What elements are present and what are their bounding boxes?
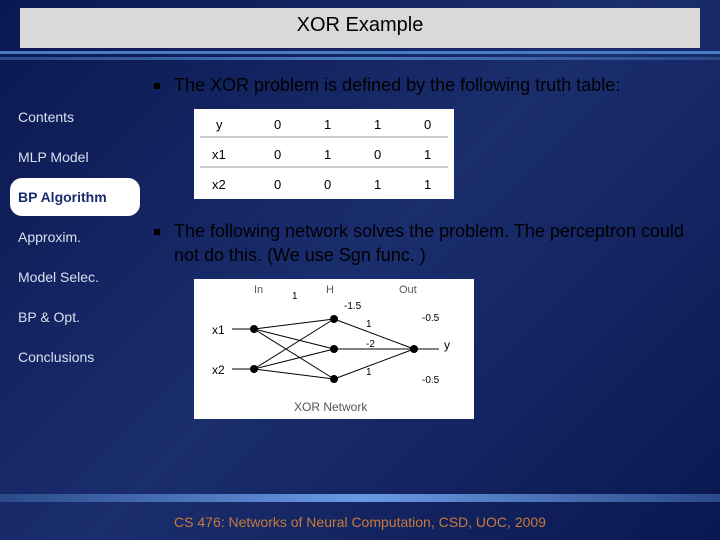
svg-text:In: In <box>254 284 263 296</box>
svg-text:0: 0 <box>424 117 431 132</box>
bullet-icon <box>154 229 160 235</box>
main-area: Contents MLP Model BP Algorithm Approxim… <box>0 60 720 490</box>
bullet-1: The XOR problem is defined by the follow… <box>154 74 700 97</box>
svg-text:0: 0 <box>374 147 381 162</box>
truth-table: y 0 1 1 0 x1 0 1 0 1 x2 0 0 1 1 <box>194 109 454 199</box>
svg-text:1: 1 <box>366 319 372 330</box>
svg-text:1: 1 <box>374 177 381 192</box>
svg-text:-1.5: -1.5 <box>344 301 362 312</box>
bullet-icon <box>154 83 160 89</box>
footer-divider <box>0 494 720 502</box>
svg-text:H: H <box>326 284 334 296</box>
tt-x1-label: x1 <box>212 147 226 162</box>
sidebar-item-contents[interactable]: Contents <box>10 98 140 136</box>
svg-text:0: 0 <box>324 177 331 192</box>
svg-text:-0.5: -0.5 <box>422 313 440 324</box>
svg-text:-2: -2 <box>366 339 375 350</box>
sidebar-item-model-selec[interactable]: Model Selec. <box>10 258 140 296</box>
sidebar: Contents MLP Model BP Algorithm Approxim… <box>10 74 140 490</box>
sidebar-item-bp-algorithm[interactable]: BP Algorithm <box>10 178 140 216</box>
network-caption: XOR Network <box>294 400 368 414</box>
tt-x2-label: x2 <box>212 177 226 192</box>
sidebar-item-mlp-model[interactable]: MLP Model <box>10 138 140 176</box>
svg-text:1: 1 <box>374 117 381 132</box>
net-y-label: y <box>444 338 450 352</box>
svg-text:1: 1 <box>292 291 298 302</box>
net-x2-label: x2 <box>212 363 225 377</box>
bullet-2: The following network solves the problem… <box>154 220 700 267</box>
svg-text:1: 1 <box>424 147 431 162</box>
tt-y-label: y <box>216 117 223 132</box>
footer-text: CS 476: Networks of Neural Computation, … <box>0 514 720 530</box>
svg-text:0: 0 <box>274 147 281 162</box>
svg-text:1: 1 <box>366 367 372 378</box>
sidebar-item-approxim[interactable]: Approxim. <box>10 218 140 256</box>
sidebar-item-bp-opt[interactable]: BP & Opt. <box>10 298 140 336</box>
svg-text:0: 0 <box>274 177 281 192</box>
sidebar-item-conclusions[interactable]: Conclusions <box>10 338 140 376</box>
svg-text:0: 0 <box>274 117 281 132</box>
svg-text:Out: Out <box>399 284 417 296</box>
svg-text:-0.5: -0.5 <box>422 375 440 386</box>
bullet-1-text: The XOR problem is defined by the follow… <box>174 74 700 97</box>
svg-text:1: 1 <box>324 117 331 132</box>
net-x1-label: x1 <box>212 323 225 337</box>
svg-text:1: 1 <box>424 177 431 192</box>
bullet-2-text: The following network solves the problem… <box>174 220 700 267</box>
slide-title: XOR Example <box>297 14 424 37</box>
xor-network-diagram: In H Out x1 x2 y <box>194 279 474 419</box>
slide-title-bar: XOR Example <box>0 0 720 54</box>
content-area: The XOR problem is defined by the follow… <box>140 74 710 490</box>
svg-text:1: 1 <box>324 147 331 162</box>
